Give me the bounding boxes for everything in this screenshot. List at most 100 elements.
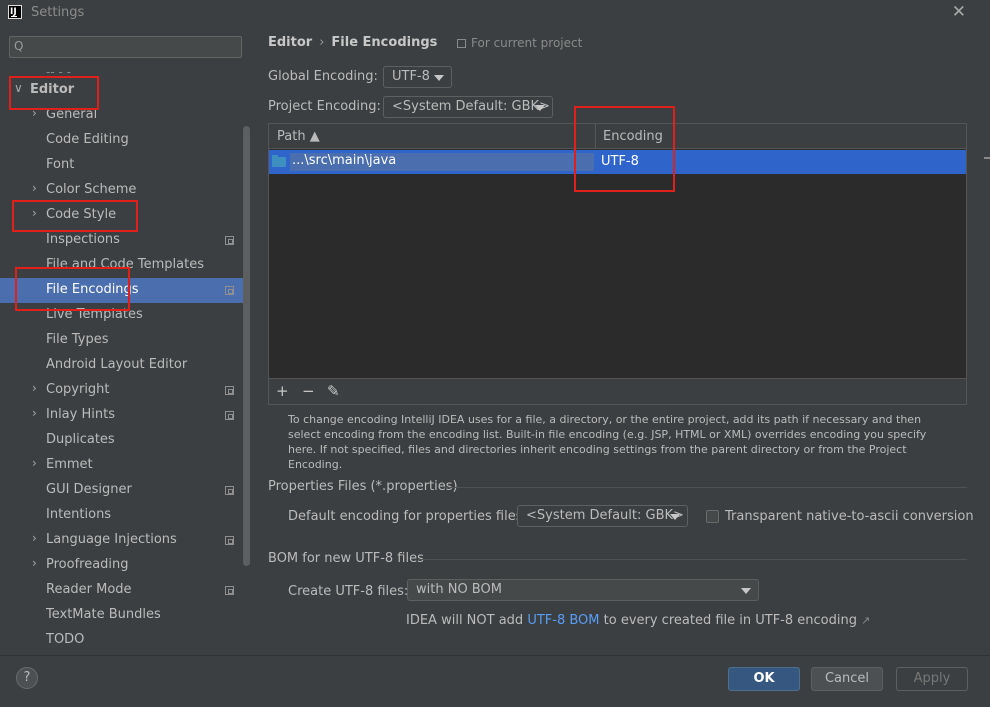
chevron-right-icon[interactable]: › bbox=[32, 456, 37, 470]
close-icon[interactable]: ✕ bbox=[952, 2, 966, 22]
section-divider bbox=[418, 559, 967, 560]
sidebar-item-copyright[interactable]: › Copyright bbox=[0, 378, 245, 403]
chevron-right-icon[interactable]: › bbox=[32, 106, 37, 120]
chevron-right-icon[interactable]: › bbox=[32, 406, 37, 420]
chevron-right-icon[interactable]: › bbox=[32, 531, 37, 545]
sidebar-item-font[interactable]: Font bbox=[0, 153, 245, 178]
path-encoding-table: Path ▲ Encoding ...\src\main\java UTF-8 … bbox=[268, 123, 967, 405]
sidebar-item-label: Color Scheme bbox=[46, 182, 137, 197]
sidebar-item-inlay-hints[interactable]: › Inlay Hints bbox=[0, 403, 245, 428]
sidebar-scrollbar[interactable] bbox=[243, 126, 250, 566]
global-encoding-dropdown[interactable]: UTF-8 bbox=[383, 66, 452, 88]
sidebar-item-label: Language Injections bbox=[46, 532, 177, 547]
cancel-button[interactable]: Cancel bbox=[811, 667, 883, 691]
sidebar-item-file-types[interactable]: File Types bbox=[0, 328, 245, 353]
chevron-right-icon[interactable]: › bbox=[32, 206, 37, 220]
breadcrumb-separator: › bbox=[319, 35, 325, 50]
chevron-down-icon[interactable]: ∨ bbox=[14, 81, 23, 95]
sidebar-item-inspections[interactable]: Inspections bbox=[0, 228, 245, 253]
utf8-bom-link[interactable]: UTF-8 BOM bbox=[527, 613, 599, 628]
sidebar-item-language-injections[interactable]: › Language Injections bbox=[0, 528, 245, 553]
sidebar-item-label: Intentions bbox=[46, 507, 112, 522]
chevron-down-icon bbox=[535, 105, 545, 111]
transparent-ascii-checkbox[interactable] bbox=[706, 510, 719, 523]
table-cell-path[interactable]: ...\src\main\java bbox=[290, 153, 594, 171]
sidebar-item-gui-designer[interactable]: GUI Designer bbox=[0, 478, 245, 503]
project-encoding-dropdown[interactable]: <System Default: GBK> bbox=[383, 96, 553, 118]
remove-icon[interactable]: − bbox=[302, 382, 315, 400]
title-bar: IJ Settings ✕ bbox=[0, 0, 990, 26]
breadcrumb: Editor › File Encodings bbox=[268, 35, 437, 50]
sidebar-item-proofreading[interactable]: › Proofreading bbox=[0, 553, 245, 578]
edit-icon[interactable]: ✎ bbox=[327, 382, 340, 400]
sidebar-item-duplicates[interactable]: Duplicates bbox=[0, 428, 245, 453]
sidebar-item-live-templates[interactable]: Live Templates bbox=[0, 303, 245, 328]
for-current-project-label: For current project bbox=[471, 36, 583, 50]
properties-encoding-dropdown[interactable]: <System Default: GBK> bbox=[517, 505, 688, 527]
table-cell-encoding[interactable]: UTF-8 bbox=[601, 154, 639, 169]
sidebar-item-file-and-code-templates[interactable]: File and Code Templates bbox=[0, 253, 245, 278]
file-encodings-panel: Editor › File Encodings For current projec… bbox=[251, 26, 990, 655]
window-title: Settings bbox=[31, 5, 85, 20]
window-edge-marker bbox=[984, 157, 990, 159]
sidebar-item-label: Font bbox=[46, 157, 75, 172]
global-encoding-value: UTF-8 bbox=[392, 69, 430, 84]
sidebar-item-intentions[interactable]: Intentions bbox=[0, 503, 245, 528]
ok-button[interactable]: OK bbox=[728, 667, 800, 691]
dialog-footer: ? OK Cancel Apply bbox=[0, 655, 990, 707]
sidebar-item-label: General bbox=[46, 107, 98, 122]
project-scope-icon bbox=[225, 386, 234, 395]
table-row[interactable]: ...\src\main\java UTF-8 bbox=[269, 150, 966, 174]
sidebar-item-todo[interactable]: TODO bbox=[0, 628, 245, 653]
sidebar-item-color-scheme[interactable]: › Color Scheme bbox=[0, 178, 245, 203]
sidebar-item-reader-mode[interactable]: Reader Mode bbox=[0, 578, 245, 603]
settings-sidebar: Q -- - - ∨ Editor › General Code Editing Font… bbox=[0, 26, 251, 655]
sidebar-item-emmet[interactable]: › Emmet bbox=[0, 453, 245, 478]
sidebar-item-label: Emmet bbox=[46, 457, 93, 472]
sidebar-item-file-encodings[interactable]: File Encodings bbox=[0, 278, 245, 303]
column-divider[interactable] bbox=[595, 124, 596, 149]
sidebar-item-label: Proofreading bbox=[46, 557, 129, 572]
chevron-right-icon[interactable]: › bbox=[32, 181, 37, 195]
breadcrumb-editor[interactable]: Editor bbox=[268, 35, 312, 50]
chevron-down-icon bbox=[670, 514, 680, 520]
project-encoding-value: <System Default: GBK> bbox=[392, 99, 550, 114]
bom-note-text-end: to every created file in UTF-8 encoding bbox=[599, 613, 857, 628]
external-link-icon[interactable]: ↗ bbox=[861, 614, 870, 627]
sidebar-item-label: Editor bbox=[30, 82, 75, 97]
sidebar-item-code-style[interactable]: › Code Style bbox=[0, 203, 245, 228]
sidebar-item-editor[interactable]: ∨ Editor bbox=[0, 78, 245, 103]
sidebar-item-label: File Encodings bbox=[46, 282, 139, 297]
sidebar-item-label: Inspections bbox=[46, 232, 120, 247]
sidebar-item-code-editing[interactable]: Code Editing bbox=[0, 128, 245, 153]
search-input[interactable] bbox=[32, 39, 232, 55]
chevron-right-icon[interactable]: › bbox=[32, 556, 37, 570]
folder-icon bbox=[272, 155, 286, 167]
for-current-project-note: For current project bbox=[457, 36, 582, 50]
sidebar-item-textmate-bundles[interactable]: TextMate Bundles bbox=[0, 603, 245, 628]
settings-search-field[interactable]: Q bbox=[9, 36, 242, 58]
apply-button[interactable]: Apply bbox=[896, 667, 968, 691]
sidebar-item-label: TODO bbox=[46, 632, 85, 647]
properties-default-label: Default encoding for properties files: bbox=[288, 509, 527, 524]
create-utf8-dropdown[interactable]: with NO BOM bbox=[407, 579, 759, 601]
column-header-path[interactable]: Path ▲ bbox=[277, 129, 320, 144]
project-scope-icon bbox=[225, 236, 234, 245]
chevron-down-icon bbox=[741, 588, 751, 594]
sidebar-item-android-layout-editor[interactable]: Android Layout Editor bbox=[0, 353, 245, 378]
transparent-ascii-label[interactable]: Transparent native-to-ascii conversion bbox=[725, 509, 974, 524]
project-scope-icon bbox=[457, 39, 466, 48]
bom-section-title: BOM for new UTF-8 files bbox=[268, 551, 424, 566]
column-header-encoding[interactable]: Encoding bbox=[603, 129, 663, 144]
sidebar-item-general[interactable]: › General bbox=[0, 103, 245, 128]
project-scope-icon bbox=[225, 411, 234, 420]
section-divider bbox=[444, 487, 967, 488]
add-icon[interactable]: + bbox=[276, 382, 289, 400]
bom-note-text: IDEA will NOT add bbox=[406, 613, 528, 628]
sidebar-item-label: TextMate Bundles bbox=[46, 607, 161, 622]
project-scope-icon bbox=[225, 286, 234, 295]
project-scope-icon bbox=[225, 536, 234, 545]
project-scope-icon bbox=[225, 586, 234, 595]
help-button[interactable]: ? bbox=[16, 667, 38, 689]
chevron-right-icon[interactable]: › bbox=[32, 381, 37, 395]
